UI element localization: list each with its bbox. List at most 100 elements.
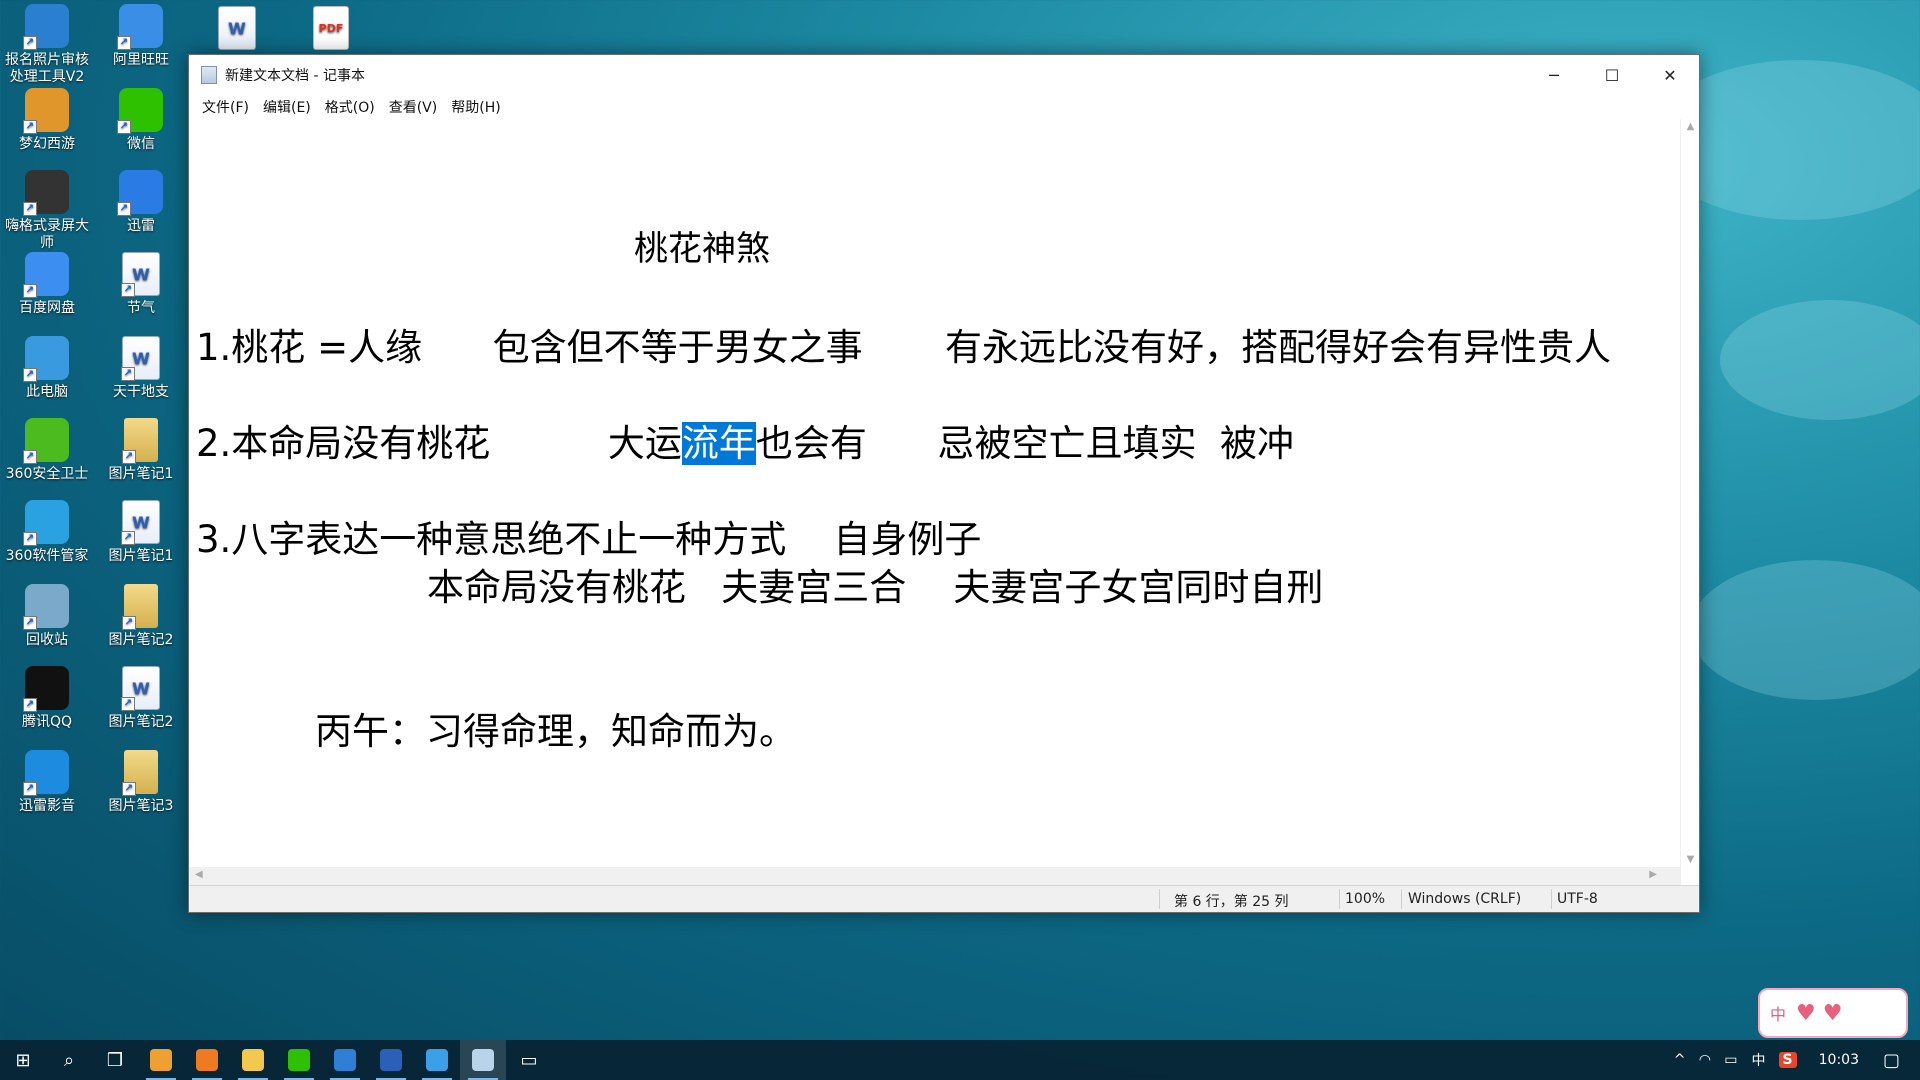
text-title-line: 桃花神煞 xyxy=(634,229,770,269)
shortcut-arrow-icon: ↗ xyxy=(23,368,37,382)
desktop-icon[interactable]: ↗ 回收站 xyxy=(0,584,94,649)
horizontal-scrollbar[interactable]: ◀ ▶ xyxy=(189,867,1681,886)
desktop-icon[interactable]: ↗ 迅雷 xyxy=(94,170,188,235)
desktop-icon[interactable]: W ↗ 图片笔记2 xyxy=(94,666,188,731)
shortcut-arrow-icon: ↗ xyxy=(117,120,131,134)
360-security-icon: ↗ xyxy=(23,418,69,464)
wallpaper-wave xyxy=(1690,560,1920,700)
folder-icon: ↗ xyxy=(122,584,158,630)
menu-view[interactable]: 查看(V) xyxy=(382,97,445,117)
desktop-icon-label: 节气 xyxy=(127,300,155,316)
desktop-icon-label: 迅雷 xyxy=(127,218,155,234)
scroll-down-icon[interactable]: ▼ xyxy=(1681,854,1700,865)
desktop-icon-label: 图片笔记2 xyxy=(108,714,174,730)
battery-icon[interactable]: ▭ xyxy=(1717,1052,1744,1068)
close-button[interactable]: ✕ xyxy=(1641,55,1699,95)
desktop-icon-label: 天干地支 xyxy=(113,384,169,400)
desktop-icon[interactable]: ↗ 360软件管家 xyxy=(0,500,94,565)
text-editor[interactable]: 桃花神煞 1.桃花 =人缘 包含但不等于男女之事 有永远比没有好，搭配得好会有异… xyxy=(189,119,1681,867)
photos-icon xyxy=(334,1049,356,1071)
desktop-icon[interactable]: ↗ 腾讯QQ xyxy=(0,666,94,731)
shortcut-arrow-icon: ↗ xyxy=(23,120,37,134)
heart-icon: ♥ ♥ xyxy=(1796,1000,1843,1026)
desktop-icon[interactable]: ↗ 报名照片审核处理工具V2 xyxy=(0,4,94,86)
shortcut-arrow-icon: ↗ xyxy=(23,202,37,216)
desktop-icon[interactable]: ↗ 此电脑 xyxy=(0,336,94,401)
show-hidden-icons[interactable]: ^ xyxy=(1667,1052,1693,1068)
vertical-scrollbar[interactable]: ▲ ▼ xyxy=(1680,119,1699,867)
desktop-icon[interactable]: ↗ 图片笔记2 xyxy=(94,584,188,649)
ime-floating-badge[interactable]: 中 ♥ ♥ xyxy=(1758,988,1908,1038)
desktop-icon[interactable]: ↗ 360安全卫士 xyxy=(0,418,94,483)
taskbar-edge-browser-button[interactable] xyxy=(414,1040,460,1080)
taskbar-search-button[interactable]: ⌕ xyxy=(46,1040,92,1080)
desktop-icon-label: 图片笔记3 xyxy=(108,798,174,814)
desktop-icon-label: 迅雷影音 xyxy=(19,798,75,814)
taskbar-browser-button[interactable] xyxy=(184,1040,230,1080)
desktop-icon[interactable]: W ↗ 图片笔记1 xyxy=(94,500,188,565)
taskbar-word-button[interactable] xyxy=(368,1040,414,1080)
menu-help[interactable]: 帮助(H) xyxy=(444,97,507,117)
sogou-ime-icon[interactable]: S xyxy=(1778,1052,1797,1068)
shortcut-arrow-icon: ↗ xyxy=(122,450,136,464)
taskbar-start-windows-button[interactable]: ⊞ xyxy=(0,1040,46,1080)
desktop-icon[interactable]: ↗ 梦幻西游 xyxy=(0,88,94,153)
encoding: UTF-8 xyxy=(1557,891,1598,907)
desktop-icon[interactable]: ↗ 嗨格式录屏大师 xyxy=(0,170,94,252)
file-explorer-icon xyxy=(242,1049,264,1071)
desktop-icon[interactable]: ↗ 图片笔记3 xyxy=(94,750,188,815)
ime-mode-label: 中 xyxy=(1770,1005,1787,1024)
shortcut-arrow-icon: ↗ xyxy=(122,616,136,630)
title-bar[interactable]: 新建文本文档 - 记事本 ─ ☐ ✕ xyxy=(189,55,1699,95)
mhxy-game-icon: ↗ xyxy=(23,88,69,134)
desktop-icon-label: 阿里旺旺 xyxy=(113,52,169,68)
text-line-2: 2.本命局没有桃花 大运流年也会有 忌被空亡且填实 被冲 xyxy=(196,413,1294,467)
notepad-icon xyxy=(472,1049,494,1071)
desktop-icon[interactable]: ↗ 图片笔记1 xyxy=(94,418,188,483)
menu-format[interactable]: 格式(O) xyxy=(318,97,382,117)
status-divider xyxy=(1551,889,1552,909)
desktop-icon-label: 梦幻西游 xyxy=(19,136,75,152)
desktop-icon[interactable]: W ↗ 天干地支 xyxy=(94,336,188,401)
desktop-icon[interactable]: ↗ 微信 xyxy=(94,88,188,153)
task-view-icon: ❒ xyxy=(106,1049,124,1071)
text-line-2-post: 也会有 忌被空亡且填实 被冲 xyxy=(755,422,1295,465)
taskbar-wechat-button[interactable] xyxy=(276,1040,322,1080)
wechat-icon xyxy=(288,1049,310,1071)
desktop-icon[interactable]: W ↗ 节气 xyxy=(94,252,188,317)
desktop-icon[interactable]: ↗ 迅雷影音 xyxy=(0,750,94,815)
scroll-up-icon[interactable]: ▲ xyxy=(1681,121,1700,132)
ime-indicator[interactable]: 中 xyxy=(1745,1050,1773,1070)
maximize-button[interactable]: ☐ xyxy=(1583,55,1641,95)
pdf-file-icon: PDF xyxy=(313,6,349,50)
menu-bar: 文件(F) 编辑(E) 格式(O) 查看(V) 帮助(H) xyxy=(189,95,1699,119)
recycle-bin-icon: ↗ xyxy=(23,584,69,630)
shortcut-arrow-icon: ↗ xyxy=(23,36,37,50)
text-line-4: 本命局没有桃花 夫妻宫三合 夫妻宫子女宫同时自刑 xyxy=(427,566,1324,609)
clock[interactable]: 10:03 xyxy=(1803,1052,1875,1068)
cursor-position: 第 6 行，第 25 列 xyxy=(1174,894,1289,910)
taskbar-file-explorer-button[interactable] xyxy=(230,1040,276,1080)
shortcut-arrow-icon: ↗ xyxy=(122,782,136,796)
scroll-right-icon[interactable]: ▶ xyxy=(1649,869,1657,880)
desktop-icon-label: 图片笔记2 xyxy=(108,632,174,648)
taskbar-task-view-button[interactable]: ❒ xyxy=(92,1040,138,1080)
taskbar-paint-app-button[interactable] xyxy=(138,1040,184,1080)
scroll-left-icon[interactable]: ◀ xyxy=(195,869,203,880)
desktop-icon[interactable]: ↗ 百度网盘 xyxy=(0,252,94,317)
taskbar-recorder-button[interactable]: ▭ xyxy=(506,1040,552,1080)
minimize-button[interactable]: ─ xyxy=(1525,55,1583,95)
screen-recorder-icon: ↗ xyxy=(23,170,69,216)
menu-edit[interactable]: 编辑(E) xyxy=(256,97,318,117)
word-doc-icon: W ↗ xyxy=(121,336,160,381)
desktop-icon-label: 嗨格式录屏大师 xyxy=(5,218,89,251)
wifi-icon[interactable]: ◜◝ xyxy=(1692,1052,1717,1068)
desktop-word-file[interactable]: W xyxy=(190,6,284,54)
menu-file[interactable]: 文件(F) xyxy=(195,97,256,117)
notification-icon[interactable]: ▢ xyxy=(1875,1050,1920,1071)
desktop-pdf-file[interactable]: PDF xyxy=(284,6,378,54)
edge-browser-icon xyxy=(426,1049,448,1071)
taskbar-photos-button[interactable] xyxy=(322,1040,368,1080)
taskbar-notepad-button[interactable] xyxy=(460,1040,506,1080)
desktop-icon[interactable]: ↗ 阿里旺旺 xyxy=(94,4,188,69)
